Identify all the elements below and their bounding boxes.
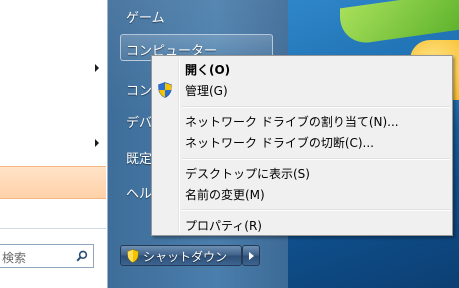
search-icon[interactable]: [76, 250, 88, 262]
menu-item-control-panel[interactable]: コン: [126, 80, 152, 99]
menu-item-devices[interactable]: デバ: [126, 112, 152, 131]
menu-item-games[interactable]: ゲーム: [126, 7, 165, 26]
computer-context-menu: 開く(O) 管理(G) ネットワーク ドライブの割り当て(N)... ネットワー…: [151, 55, 453, 236]
shutdown-label: シャットダウン: [143, 250, 228, 264]
menu-item-rename[interactable]: 名前の変更(M): [185, 186, 265, 203]
menu-separator: [182, 106, 450, 108]
menu-separator: [182, 209, 450, 211]
menu-item-help[interactable]: ヘル: [126, 183, 152, 202]
submenu-arrow-icon[interactable]: [95, 139, 99, 147]
search-input[interactable]: 検索: [0, 244, 94, 268]
menu-item-open[interactable]: 開く(O): [185, 61, 230, 78]
menu-item-show-on-desktop[interactable]: デスクトップに表示(S): [185, 165, 310, 182]
shutdown-options-button[interactable]: [242, 245, 260, 266]
divider: [0, 228, 106, 229]
menu-item-default-programs[interactable]: 既定: [126, 148, 152, 167]
menu-item-manage[interactable]: 管理(G): [185, 82, 228, 99]
highlighted-program-item[interactable]: [0, 166, 106, 199]
shield-icon: [127, 249, 139, 263]
shutdown-button[interactable]: シャットダウン: [120, 245, 242, 266]
menu-separator: [182, 158, 450, 160]
submenu-arrow-icon[interactable]: [95, 64, 99, 72]
menu-icon-gutter: [178, 58, 180, 233]
triangle-right-icon: [249, 252, 254, 260]
menu-item-properties[interactable]: プロパティ(R): [185, 217, 262, 234]
uac-shield-icon: [158, 82, 172, 98]
start-menu-program-list: 検索: [0, 0, 108, 288]
menu-item-disconnect-network-drive[interactable]: ネットワーク ドライブの切断(C)...: [185, 134, 374, 151]
menu-item-map-network-drive[interactable]: ネットワーク ドライブの割り当て(N)...: [185, 113, 399, 130]
search-placeholder: 検索: [2, 251, 27, 265]
